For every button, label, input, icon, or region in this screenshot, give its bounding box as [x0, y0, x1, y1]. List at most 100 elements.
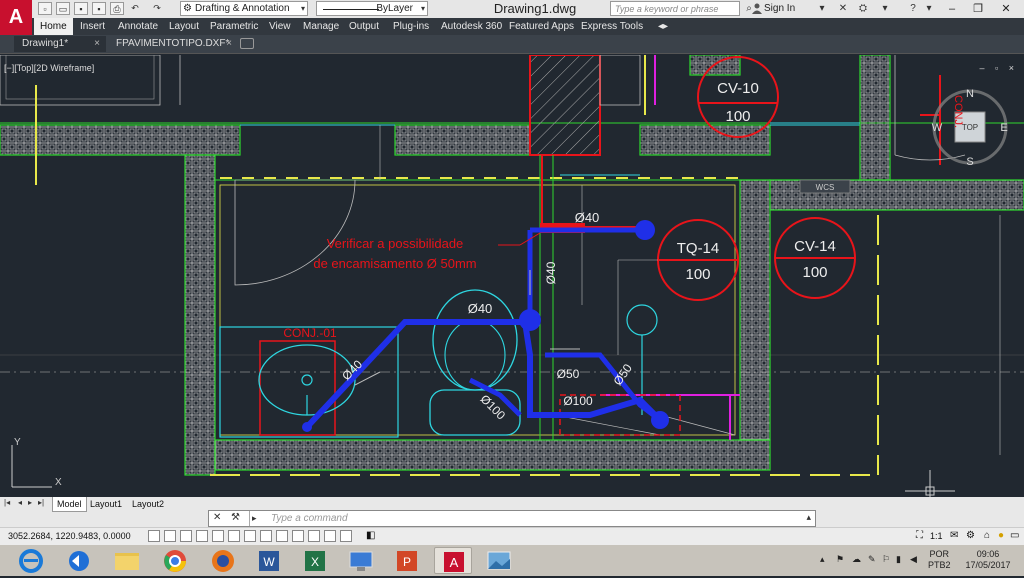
- first-layout-icon[interactable]: |◂: [4, 498, 10, 507]
- remote-desktop-icon[interactable]: [342, 547, 380, 574]
- excel-icon[interactable]: X: [296, 547, 334, 574]
- new-file-icon[interactable]: ▫: [38, 2, 52, 15]
- restore-button[interactable]: ❐: [966, 0, 990, 18]
- dyn-icon[interactable]: [292, 530, 304, 542]
- annotation-scale[interactable]: 1:1: [930, 531, 943, 541]
- lineweight-icon[interactable]: [308, 530, 320, 542]
- help-menu-chevron-icon[interactable]: ▾: [878, 2, 892, 15]
- volume-icon[interactable]: ◀: [910, 554, 917, 565]
- 3d-osnap-icon[interactable]: [244, 530, 256, 542]
- model-space-icon[interactable]: ◧: [366, 530, 375, 541]
- wcs-menu[interactable]: WCS: [816, 183, 835, 192]
- ie-icon[interactable]: [12, 547, 50, 574]
- viewcube-east[interactable]: E: [1000, 122, 1007, 134]
- redo-icon[interactable]: ↷: [150, 2, 164, 15]
- doc-tab-fpavimentotipo[interactable]: FPAVIMENTOTIPO.DXF* ×: [108, 36, 238, 52]
- close-icon[interactable]: ×: [226, 36, 232, 52]
- lock-icon[interactable]: ⌂: [984, 530, 990, 541]
- tab-featured-apps[interactable]: Featured Apps: [503, 18, 580, 35]
- tab-view[interactable]: View: [263, 18, 297, 35]
- tab-layout1[interactable]: Layout1: [86, 497, 126, 512]
- drawing-area[interactable]: Verificar a possibilidade de encamisamen…: [0, 55, 1024, 497]
- tab-insert[interactable]: Insert: [74, 18, 111, 35]
- ortho-icon[interactable]: [196, 530, 208, 542]
- viewport-controls-label[interactable]: [−][Top][2D Wireframe]: [4, 63, 94, 73]
- otrack-icon[interactable]: [260, 530, 272, 542]
- command-prompt-icon[interactable]: ▸: [249, 511, 265, 526]
- teamviewer-icon[interactable]: [60, 547, 98, 574]
- clock[interactable]: 09:06 17/05/2017: [960, 549, 1016, 571]
- save-as-icon[interactable]: ▪: [92, 2, 106, 15]
- snap-icon[interactable]: [164, 530, 176, 542]
- autocad-icon[interactable]: A: [434, 547, 472, 574]
- minimize-button[interactable]: –: [940, 0, 964, 18]
- ducs-icon[interactable]: [276, 530, 288, 542]
- language-indicator[interactable]: POR PTB2: [928, 549, 951, 571]
- new-tab-button[interactable]: [240, 38, 254, 49]
- tab-layout[interactable]: Layout: [163, 18, 205, 35]
- ribbon-toggle-icon[interactable]: ◂▸: [652, 18, 674, 35]
- workspace-dropdown[interactable]: ⚙ Drafting & Annotation ▾: [180, 1, 308, 16]
- doc-tab-drawing1[interactable]: Drawing1* ×: [14, 36, 106, 52]
- command-input[interactable]: Type a command: [271, 511, 348, 526]
- annotation-scale-icon[interactable]: ⛶: [916, 530, 923, 541]
- tab-home[interactable]: Home: [34, 18, 73, 35]
- workspace-switch-icon[interactable]: ⚙: [966, 530, 975, 541]
- tray-app-icon[interactable]: ✎: [868, 554, 876, 565]
- viewcube-south[interactable]: S: [966, 156, 973, 168]
- quick-properties-icon[interactable]: [340, 530, 352, 542]
- polar-icon[interactable]: [212, 530, 224, 542]
- last-layout-icon[interactable]: ▸|: [38, 498, 44, 507]
- tab-express-tools[interactable]: Express Tools: [575, 18, 649, 35]
- viewcube-west[interactable]: W: [932, 122, 943, 134]
- help-icon[interactable]: ?: [906, 2, 920, 15]
- tray-app-icon[interactable]: ⚑: [836, 554, 844, 565]
- search-input[interactable]: Type a keyword or phrase: [610, 1, 740, 16]
- a360-icon[interactable]: ⛭: [856, 2, 870, 15]
- osnap-icon[interactable]: [228, 530, 240, 542]
- powerpoint-icon[interactable]: P: [388, 547, 426, 574]
- coordinate-readout[interactable]: 3052.2684, 1220.9483, 0.0000: [8, 531, 131, 541]
- network-icon[interactable]: ▮: [896, 554, 901, 565]
- isolate-objects-icon[interactable]: ●: [998, 530, 1004, 541]
- linetype-dropdown[interactable]: ByLayer ▾: [316, 1, 428, 16]
- tray-app-icon[interactable]: ☁: [852, 554, 861, 565]
- print-icon[interactable]: ⎙: [110, 2, 124, 15]
- annotation-visibility-icon[interactable]: ✉: [950, 530, 958, 541]
- chrome-icon[interactable]: [156, 547, 194, 574]
- close-icon[interactable]: ×: [94, 36, 100, 52]
- chevron-down-icon[interactable]: ▾: [815, 2, 829, 15]
- tab-layout2[interactable]: Layout2: [128, 497, 168, 512]
- prev-layout-icon[interactable]: ◂: [18, 498, 22, 507]
- grid-icon[interactable]: [180, 530, 192, 542]
- tab-model[interactable]: Model: [52, 497, 87, 512]
- viewport-window-controls[interactable]: – ▫ ×: [980, 63, 1018, 73]
- viewcube-north[interactable]: N: [966, 88, 974, 100]
- chevron-down-icon[interactable]: ▾: [922, 2, 936, 15]
- word-icon[interactable]: W: [250, 547, 288, 574]
- wrench-icon[interactable]: ⚒: [231, 512, 240, 523]
- viewcube-top-face[interactable]: TOP: [962, 123, 978, 132]
- sign-in-button[interactable]: Sign In: [764, 0, 795, 18]
- infer-constraints-icon[interactable]: [148, 530, 160, 542]
- close-button[interactable]: ✕: [994, 0, 1018, 18]
- application-menu-button[interactable]: A: [0, 0, 32, 36]
- firefox-icon[interactable]: [204, 547, 242, 574]
- tab-annotate[interactable]: Annotate: [112, 18, 164, 35]
- file-explorer-icon[interactable]: [108, 547, 146, 574]
- chevron-up-icon[interactable]: ▴: [806, 512, 811, 523]
- save-icon[interactable]: ▪: [74, 2, 88, 15]
- show-hidden-icons[interactable]: ▴: [820, 554, 825, 565]
- exchange-icon[interactable]: ✕: [836, 2, 850, 15]
- open-file-icon[interactable]: ▭: [56, 2, 70, 15]
- image-viewer-icon[interactable]: [480, 547, 518, 574]
- tab-manage[interactable]: Manage: [297, 18, 345, 35]
- tab-autodesk-360[interactable]: Autodesk 360: [435, 18, 508, 35]
- undo-icon[interactable]: ↶: [128, 2, 142, 15]
- clean-screen-icon[interactable]: ▭: [1010, 530, 1019, 541]
- tab-parametric[interactable]: Parametric: [204, 18, 264, 35]
- tab-plugins[interactable]: Plug-ins: [387, 18, 435, 35]
- transparency-icon[interactable]: [324, 530, 336, 542]
- action-center-icon[interactable]: ⚐: [882, 554, 890, 565]
- tab-output[interactable]: Output: [343, 18, 385, 35]
